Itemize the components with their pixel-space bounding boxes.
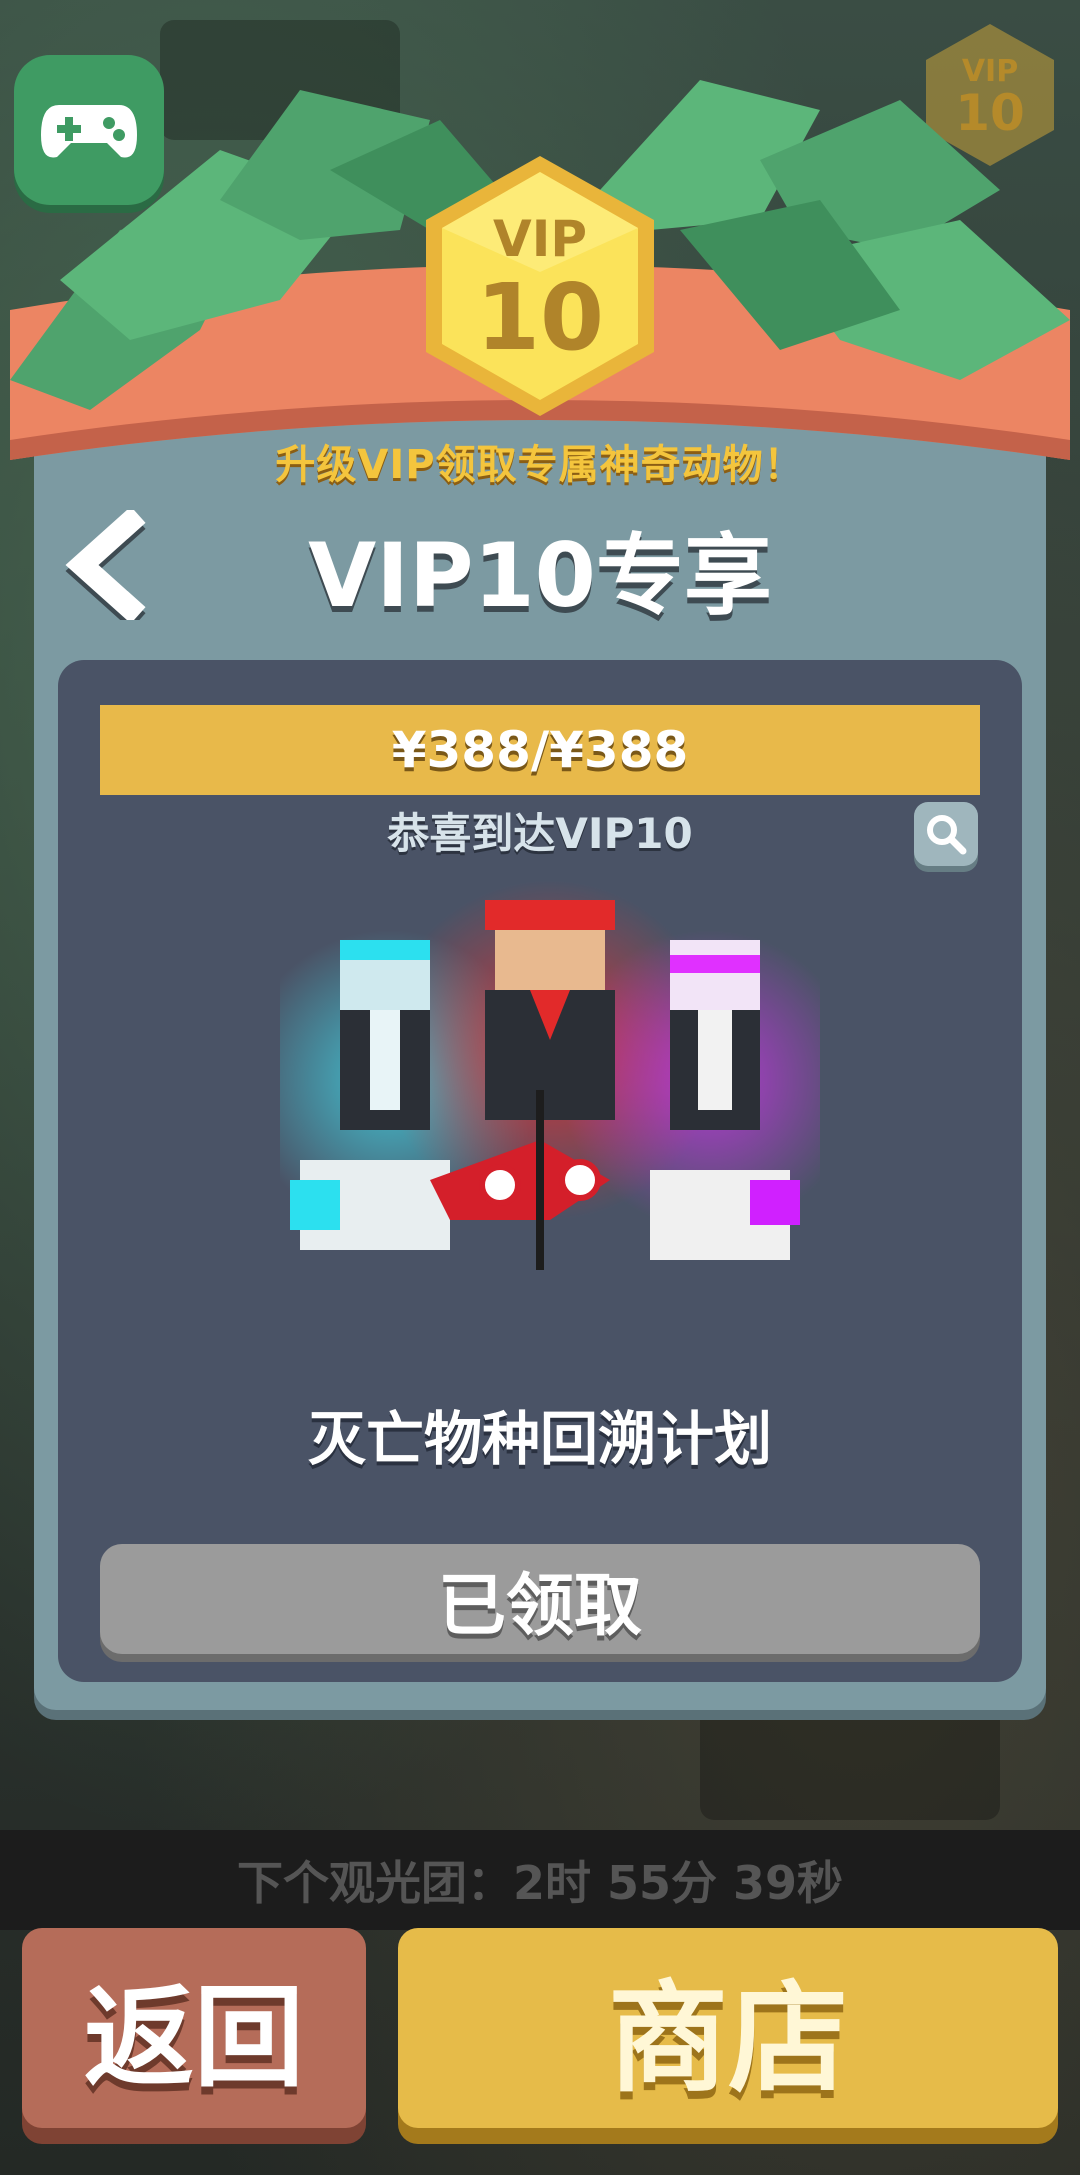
vip-subtitle: 升级VIP领取专属神奇动物！ [275,442,805,488]
return-button[interactable]: 返回 [22,1928,366,2128]
background-prop [700,1700,1000,1820]
preview-button[interactable] [914,802,978,866]
magnifier-icon [927,815,967,855]
next-tour-timer: 下个观光团：2时 55分 39秒 [0,1830,1080,1930]
return-label: 返回 [84,1974,304,2102]
timer-text: 下个观光团：2时 55分 39秒 [236,1856,844,1910]
shop-label: 商店 [608,1970,848,2109]
vip-badge-level: 10 [475,264,605,371]
claimed-label: 已领取 [437,1566,642,1646]
progress-text: ¥388/¥388 [391,721,689,779]
spend-progress-bar: ¥388/¥388 [100,705,980,795]
panel-title: VIP10专享 [308,524,772,627]
shop-button[interactable]: 商店 [398,1928,1058,2128]
claimed-button[interactable]: 已领取 [100,1544,980,1654]
back-arrow-icon[interactable] [60,510,150,620]
vip-badge-label: VIP [493,210,587,268]
vip-level-badge: VIP 10 [420,152,660,422]
reward-name: 灭亡物种回溯计划 [307,1405,772,1473]
reward-animals-image [280,880,820,1270]
